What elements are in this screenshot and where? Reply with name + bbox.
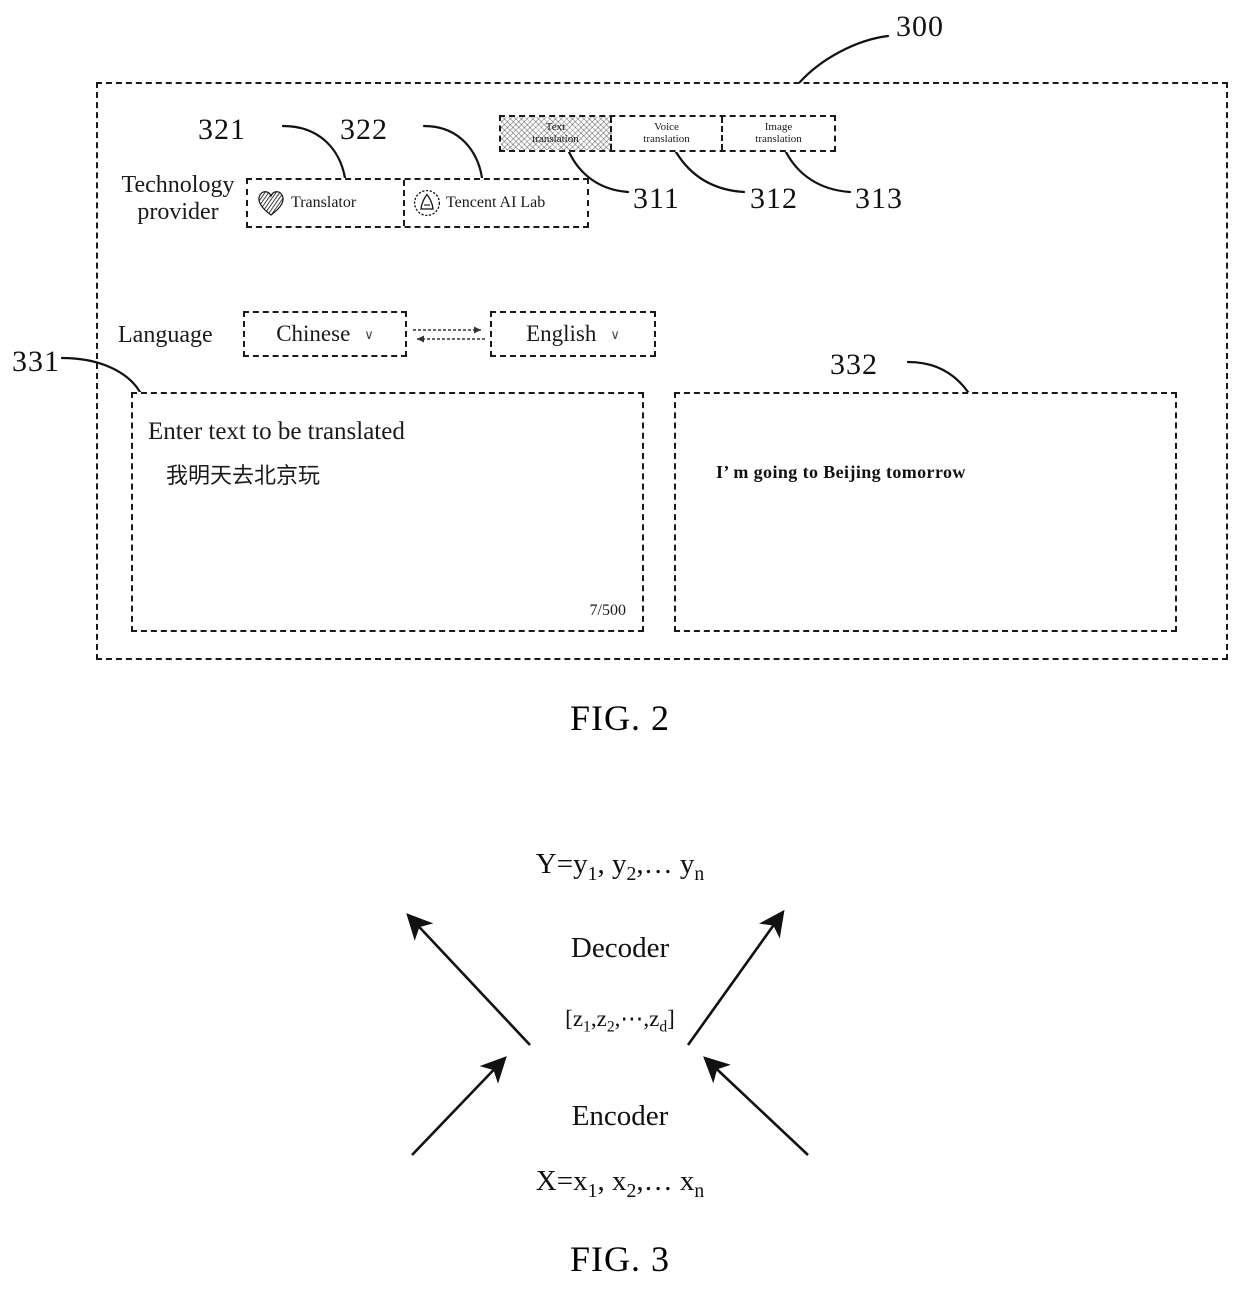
source-language-value: Chinese: [276, 321, 351, 346]
character-counter: 7/500: [589, 602, 626, 619]
target-language-select[interactable]: English ∨: [490, 311, 656, 357]
tab-voice-translation[interactable]: Voice translation: [612, 117, 723, 150]
fig3-input-sequence: X=x1, x2,… xn: [535, 1165, 705, 1202]
tencent-circle-logo-icon: [413, 189, 441, 217]
reference-numeral-300: 300: [896, 10, 944, 43]
tab-voice-translation-line2: translation: [643, 132, 690, 145]
tab-text-translation[interactable]: Text translation: [501, 117, 612, 150]
translation-mode-tabs[interactable]: Text translation Voice translation Image…: [499, 115, 836, 152]
provider-option-translator-label: Translator: [291, 194, 357, 211]
fig3-output-sequence: Y=y1, y2,… yn: [0, 848, 1240, 886]
chevron-down-icon: ∨: [364, 326, 374, 342]
fig3-encoder-label: Encoder: [571, 1100, 669, 1132]
technology-provider-selector[interactable]: Translator Tencent AI Lab: [246, 178, 589, 228]
provider-option-tencent-ai-lab-label: Tencent AI Lab: [446, 194, 546, 211]
source-text-panel[interactable]: Enter text to be translated 我明天去北京玩 7/50…: [131, 392, 644, 632]
target-language-value: English: [526, 321, 597, 346]
swap-languages-button[interactable]: [409, 322, 489, 346]
provider-option-tencent-ai-lab[interactable]: Tencent AI Lab: [405, 180, 587, 226]
figure-3-caption: FIG. 3: [569, 1239, 670, 1279]
swap-arrows-icon: [413, 326, 485, 343]
heart-hatched-logo-icon: [256, 189, 286, 217]
reference-numeral-331: 331: [12, 345, 60, 378]
patent-figure-page: 300 321 322 311 312 313 331 332 Text tra…: [0, 0, 1240, 1292]
technology-provider-label: Technology provider: [113, 172, 243, 226]
tab-image-translation-line1: Image: [764, 120, 793, 133]
tab-voice-translation-line1: Voice: [654, 120, 679, 133]
provider-option-translator[interactable]: Translator: [248, 180, 405, 226]
chevron-down-icon: ∨: [610, 326, 620, 342]
source-language-select[interactable]: Chinese ∨: [243, 311, 407, 357]
tab-text-translation-line2: translation: [532, 132, 579, 145]
tab-text-translation-line1: Text: [545, 120, 566, 133]
translated-text-panel: I’ m going to Beijing tomorrow: [674, 392, 1177, 632]
fig3-latent-vector-label: [z1,z2,⋯,zd]: [565, 1006, 675, 1036]
fig3-output-sequence-text: Y=y1, y2,… yn: [535, 848, 705, 885]
figure-2-caption: FIG. 2: [569, 698, 670, 738]
technology-provider-label-line1: Technology: [121, 172, 235, 198]
source-text-placeholder: Enter text to be translated: [148, 418, 405, 445]
source-text-value[interactable]: 我明天去北京玩: [166, 458, 320, 490]
fig3-decoder-label: Decoder: [570, 932, 670, 964]
tab-image-translation-line2: translation: [755, 132, 802, 145]
tab-image-translation[interactable]: Image translation: [723, 117, 834, 150]
language-label: Language: [118, 322, 213, 348]
translated-text-value: I’ m going to Beijing tomorrow: [716, 462, 966, 482]
technology-provider-label-line2: provider: [137, 198, 219, 225]
